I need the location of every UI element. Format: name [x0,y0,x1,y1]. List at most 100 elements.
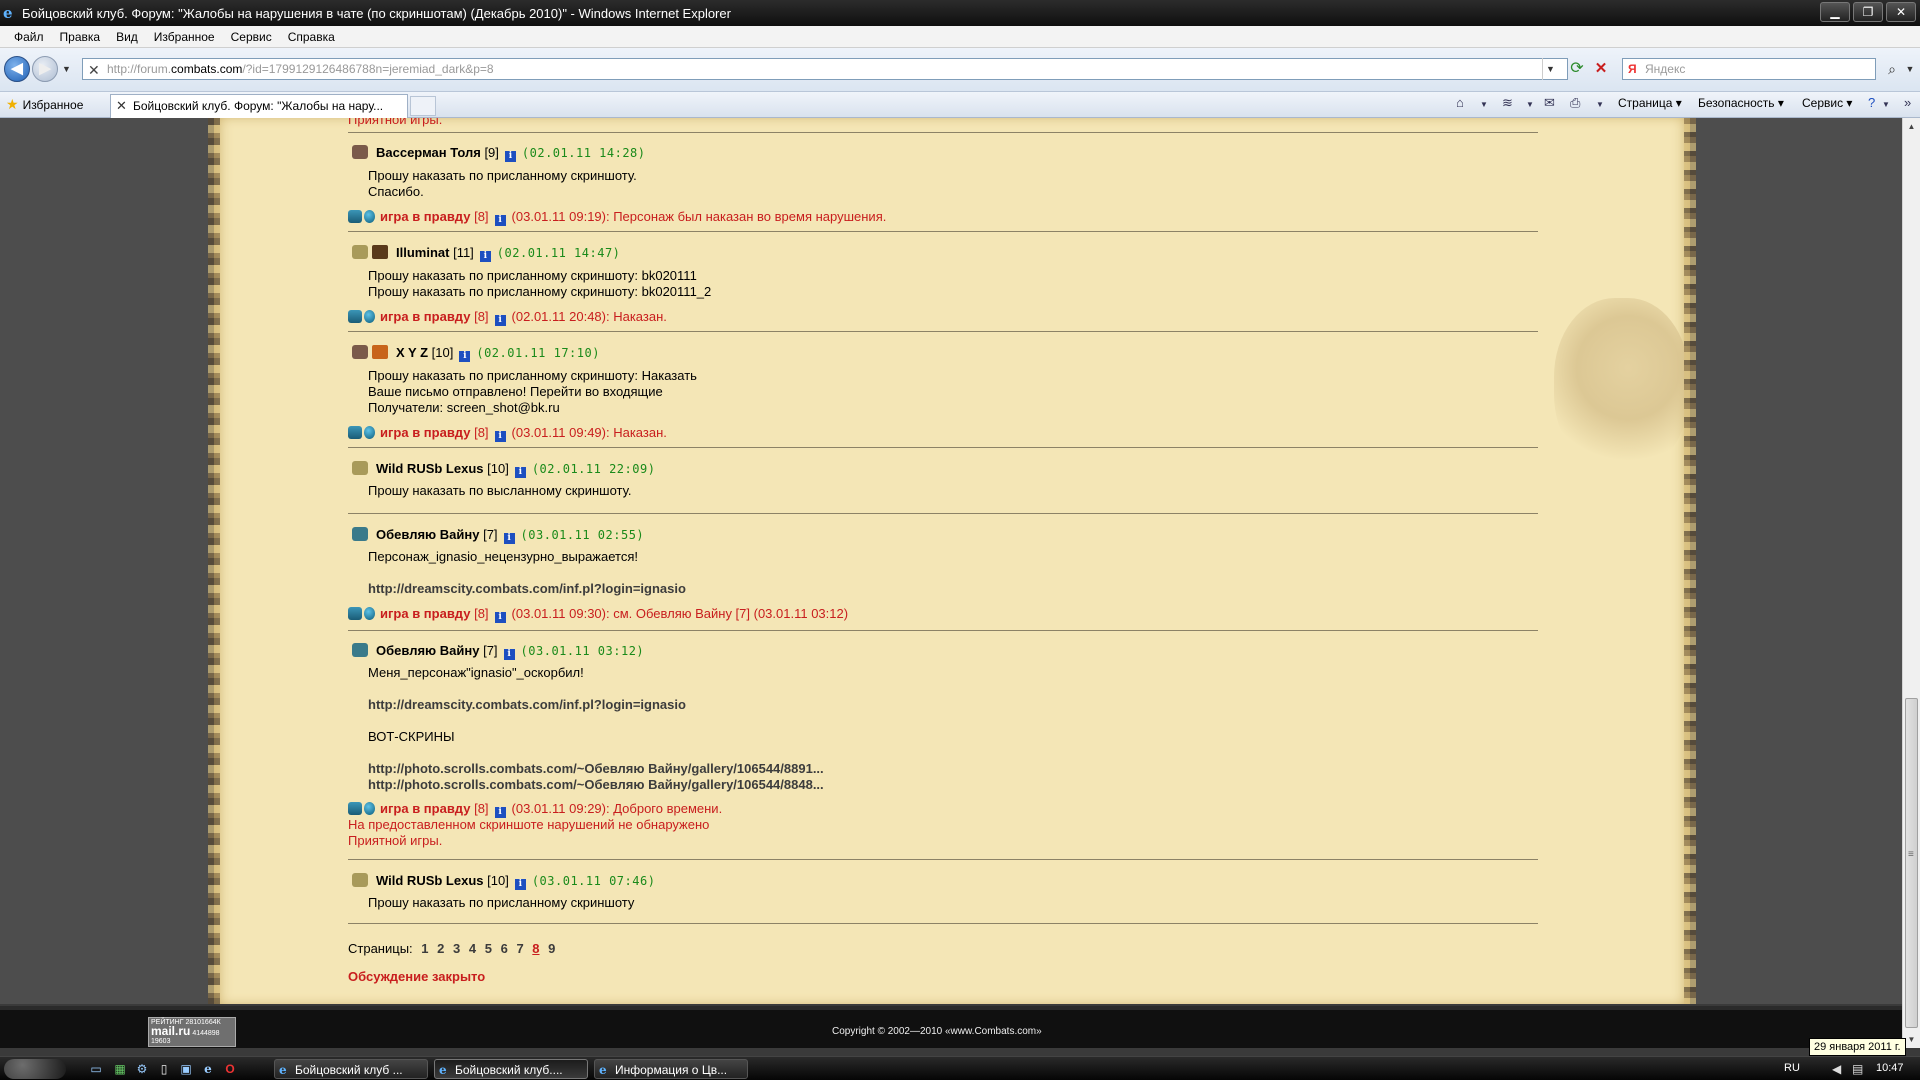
language-indicator[interactable]: RU [1784,1062,1800,1074]
show-desktop-icon[interactable]: ▭ [88,1061,104,1077]
home-dropdown[interactable]: ▼ [1480,100,1488,109]
scroll-up-button[interactable]: ▲ [1903,118,1920,135]
menu-edit[interactable]: Правка [60,30,101,44]
quicklaunch-ie-icon[interactable]: e [200,1061,216,1077]
new-tab-button[interactable] [410,96,436,116]
quicklaunch-app-icon[interactable]: ⚙ [134,1061,150,1077]
feeds-dropdown[interactable]: ▼ [1526,100,1534,109]
quicklaunch-opera-icon[interactable]: O [222,1061,238,1077]
more-commands-icon[interactable]: » [1904,95,1911,110]
post-link[interactable]: http://dreamscity.combats.com/inf.pl?log… [368,697,686,713]
minimize-button[interactable]: ▁ [1820,2,1850,22]
page-link-5[interactable]: 5 [485,941,492,956]
search-input[interactable]: Я Яндекс [1622,58,1876,80]
favorites-button[interactable]: ★ Избранное [6,96,83,113]
page-link-7[interactable]: 7 [516,941,523,956]
page-link-9[interactable]: 9 [548,941,555,956]
post-author[interactable]: Вассерман Толя [376,145,481,160]
home-icon[interactable]: ⌂ [1456,95,1464,110]
post-body: Персонаж_ignasio_нецензурно_выражается! [368,549,638,564]
moderator-name[interactable]: игра в правду [380,209,470,224]
address-input[interactable]: ✕ http://forum.combats.com/?id=1799129126… [82,58,1568,80]
post-link[interactable]: http://photo.scrolls.combats.com/~Обевля… [368,777,824,793]
post-author[interactable]: X Y Z [396,345,428,360]
page-link-4[interactable]: 4 [469,941,476,956]
page-menu[interactable]: Страница ▾ [1618,96,1682,110]
info-icon[interactable]: i [503,649,515,660]
post-body: ВОТ-СКРИНЫ [368,729,455,744]
mailru-rating-counter[interactable]: РЕЙТИНГ 28101664К mail.ru 4144898 19603 [148,1017,236,1047]
search-icon[interactable]: ⌕ [1880,58,1904,80]
page-link-3[interactable]: 3 [453,941,460,956]
post-author[interactable]: Обевляю Вайну [376,643,479,658]
post-body: Прошу наказать по присланному скриншоту:… [368,368,697,415]
ie-icon: e [439,1063,447,1077]
mail-icon[interactable]: ✉ [1544,95,1555,111]
tools-menu[interactable]: Сервис ▾ [1802,96,1852,110]
moderator-name[interactable]: игра в правду [380,606,470,621]
quicklaunch-app-icon[interactable]: ▦ [112,1061,128,1077]
post-author[interactable]: Illuminat [396,245,449,260]
network-icon[interactable]: ▤ [1852,1062,1863,1076]
moderator-rank-icon [348,426,362,439]
page-link-6[interactable]: 6 [501,941,508,956]
quicklaunch-notepad-icon[interactable]: ▯ [156,1061,172,1077]
rank-icon [352,461,368,475]
info-icon[interactable]: i [494,431,506,442]
post-link[interactable]: http://dreamscity.combats.com/inf.pl?log… [368,581,686,597]
moderator-name[interactable]: игра в правду [380,425,470,440]
menu-file[interactable]: Файл [14,30,44,44]
menu-tools[interactable]: Сервис [231,30,272,44]
menu-view[interactable]: Вид [116,30,138,44]
info-icon[interactable]: i [494,612,506,623]
menu-favorites[interactable]: Избранное [154,30,215,44]
page-link-current[interactable]: 8 [532,941,539,956]
post-author[interactable]: Wild RUSb Lexus [376,873,484,888]
print-icon[interactable]: ⎙ [1570,95,1580,111]
forward-button[interactable]: ▶ [32,56,58,82]
restore-button[interactable]: ❐ [1853,2,1883,22]
recent-pages-dropdown[interactable]: ▼ [62,64,71,74]
info-icon[interactable]: i [494,215,506,226]
moderator-name[interactable]: игра в правду [380,309,470,324]
taskbar-window-button[interactable]: e Бойцовский клуб ... [274,1059,428,1079]
help-dropdown[interactable]: ▼ [1882,100,1890,109]
security-menu[interactable]: Безопасность ▾ [1698,96,1784,110]
info-icon[interactable]: i [503,533,515,544]
info-icon[interactable]: i [514,467,526,478]
feeds-icon[interactable]: ≋ [1502,95,1513,111]
post-link[interactable]: http://photo.scrolls.combats.com/~Обевля… [368,761,824,777]
info-icon[interactable]: i [504,151,516,162]
taskbar-window-button[interactable]: e Информация о Цв... [594,1059,748,1079]
back-button[interactable]: ◀ [4,56,30,82]
quicklaunch-app-icon[interactable]: ▣ [178,1061,194,1077]
vertical-scrollbar[interactable]: ▲ ▼ [1902,118,1920,1048]
moderator-name[interactable]: игра в правду [380,801,470,816]
page-link-2[interactable]: 2 [437,941,444,956]
stop-button[interactable]: ✕ [1590,58,1612,80]
start-button[interactable] [4,1059,66,1079]
page-link-1[interactable]: 1 [421,941,428,956]
refresh-button[interactable]: ⟳ [1566,58,1588,80]
post-date: (03.01.11 02:55) [520,528,645,542]
address-dropdown-button[interactable]: ▼ [1542,58,1558,80]
close-button[interactable]: ✕ [1886,2,1916,22]
post-date: (02.01.11 14:47) [496,246,621,260]
search-options-dropdown[interactable]: ▼ [1904,58,1916,80]
info-icon[interactable]: i [479,251,491,262]
info-icon[interactable]: i [514,879,526,890]
ie-icon: e [279,1063,287,1077]
volume-icon[interactable]: ◀ [1832,1062,1841,1076]
help-icon[interactable]: ? [1868,95,1875,110]
previous-reply-tail: Приятной игры. [348,118,443,127]
info-icon[interactable]: i [459,351,471,362]
taskbar-window-button-active[interactable]: e Бойцовский клуб.... [434,1059,588,1079]
print-dropdown[interactable]: ▼ [1596,100,1604,109]
post-author[interactable]: Обевляю Вайну [376,527,479,542]
scroll-thumb[interactable] [1905,698,1918,1028]
info-icon[interactable]: i [494,315,506,326]
menu-help[interactable]: Справка [288,30,335,44]
clock[interactable]: 10:47 [1876,1062,1904,1074]
tab-active[interactable]: ✕ Бойцовский клуб. Форум: "Жалобы на нару… [110,94,408,118]
post-author[interactable]: Wild RUSb Lexus [376,461,484,476]
